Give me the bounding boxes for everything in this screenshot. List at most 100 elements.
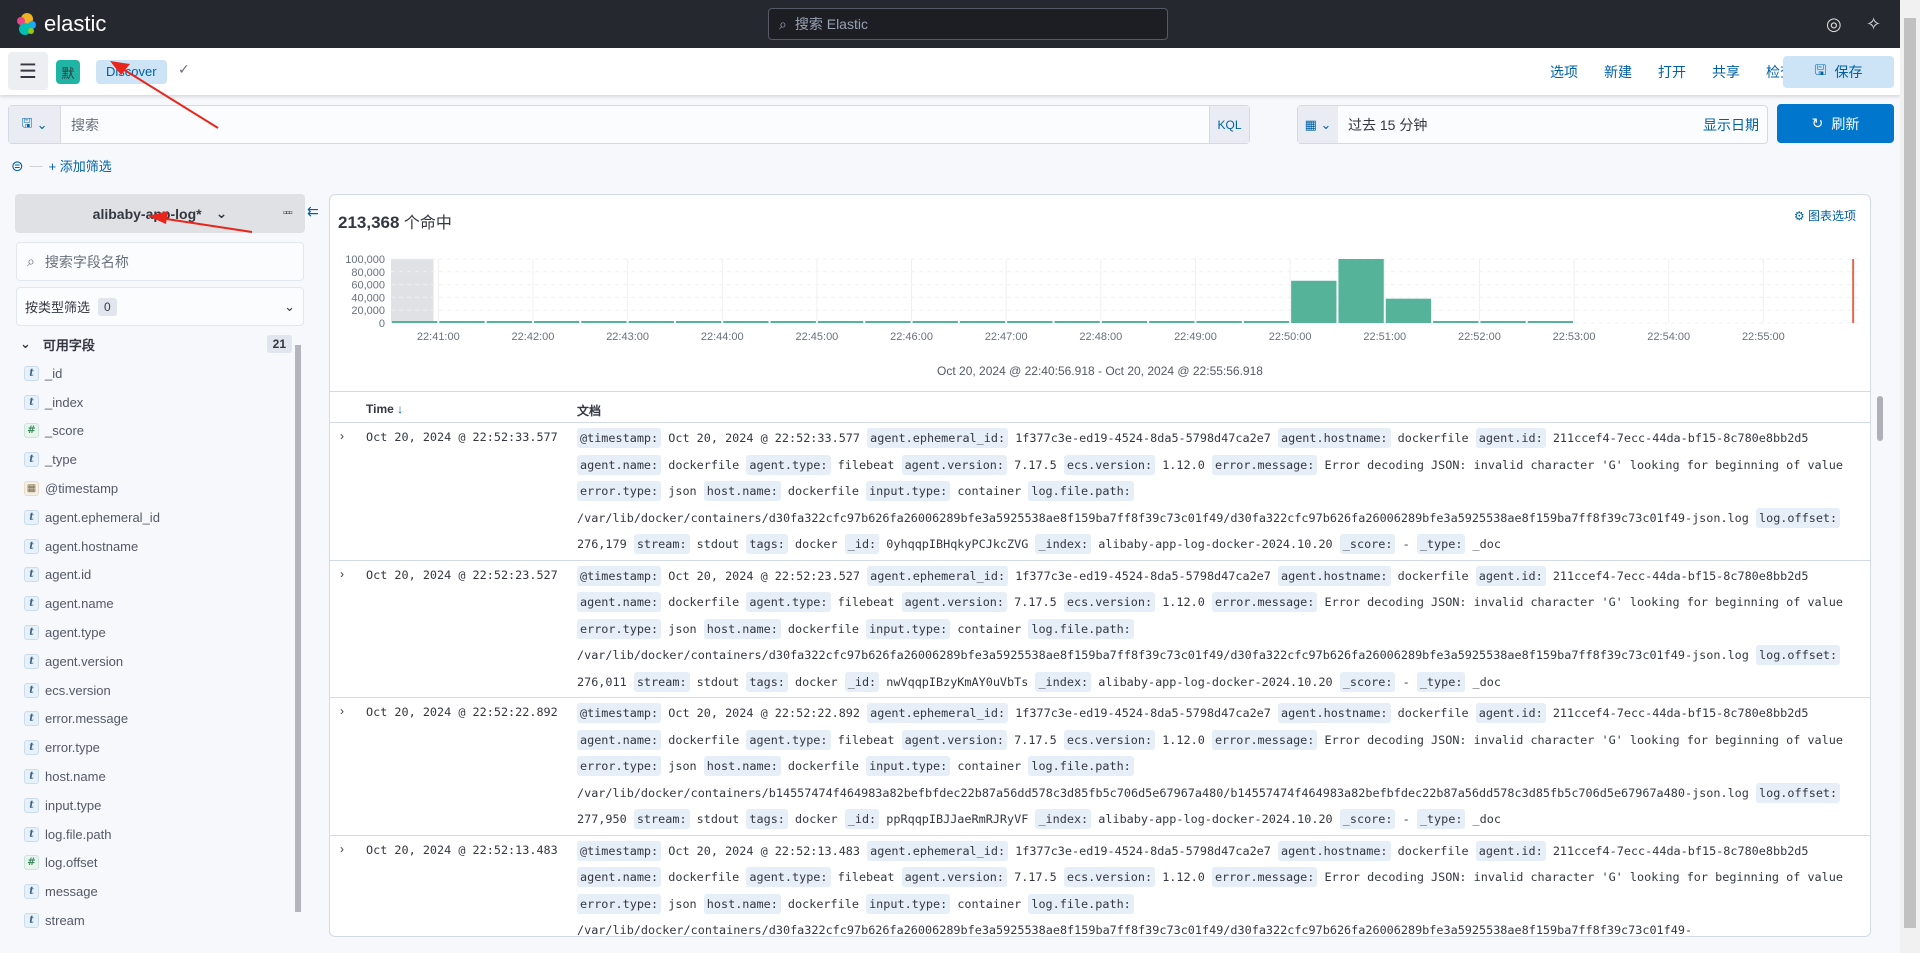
string-type-icon: t bbox=[24, 625, 39, 641]
field-key: error.type: bbox=[577, 618, 662, 639]
field-item[interactable]: t agent.ephemeral_id bbox=[24, 503, 296, 532]
field-name: log.offset bbox=[45, 855, 98, 871]
filter-icon[interactable]: ⊜ bbox=[11, 157, 24, 175]
field-item[interactable]: t ecs.version bbox=[24, 676, 296, 705]
field-value: 211ccef4-7ecc-44da-bf15-8c780e8bb2d5 bbox=[1552, 843, 1809, 858]
expand-row-icon[interactable]: › bbox=[340, 842, 344, 856]
string-type-icon: t bbox=[24, 913, 39, 929]
field-value: container bbox=[957, 896, 1022, 911]
field-key: stream: bbox=[633, 671, 690, 692]
field-item[interactable]: # log.offset bbox=[24, 849, 296, 878]
field-item[interactable]: t stream bbox=[24, 906, 296, 935]
menu-button[interactable]: ☰ bbox=[8, 52, 48, 90]
field-item[interactable]: t _id bbox=[24, 359, 296, 388]
field-key: agent.ephemeral_id: bbox=[867, 565, 1009, 586]
field-item[interactable]: t agent.name bbox=[24, 589, 296, 618]
page-scrollbar-thumb[interactable] bbox=[1904, 18, 1916, 928]
table-row: › Oct 20, 2024 @ 22:52:33.577 @timestamp: … bbox=[330, 423, 1870, 561]
refresh-button[interactable]: ↻ 刷新 bbox=[1777, 104, 1894, 143]
field-value: _doc bbox=[1472, 674, 1501, 689]
collapse-sidebar-icon[interactable]: ⇇ bbox=[307, 203, 319, 220]
query-input[interactable]: 搜索 bbox=[61, 115, 1209, 135]
field-name: error.message bbox=[45, 711, 129, 727]
field-key: agent.id: bbox=[1475, 703, 1546, 723]
field-item[interactable]: t log.file.path bbox=[24, 820, 296, 849]
space-avatar[interactable]: 默 bbox=[56, 60, 80, 84]
field-item[interactable]: # _score bbox=[24, 417, 296, 446]
field-item[interactable]: t host.name bbox=[24, 762, 296, 791]
global-search-input[interactable]: ⌕ 搜索 Elastic bbox=[768, 8, 1168, 40]
share-link[interactable]: 共享 bbox=[1712, 62, 1740, 82]
kql-toggle[interactable]: KQL bbox=[1209, 106, 1249, 143]
field-item[interactable]: t agent.version bbox=[24, 647, 296, 676]
field-name: stream bbox=[45, 913, 85, 929]
field-item[interactable]: t error.type bbox=[24, 733, 296, 762]
time-column-header[interactable]: Time ↓ bbox=[366, 402, 403, 416]
field-item[interactable]: t message bbox=[24, 877, 296, 906]
histogram-bar bbox=[817, 321, 864, 323]
brand-name: elastic bbox=[44, 11, 107, 36]
field-item[interactable]: t error.message bbox=[24, 705, 296, 734]
field-item[interactable]: ▦ @timestamp bbox=[24, 474, 296, 503]
results-panel: 213,368 个命中 ⚙ 图表选项 0 20,000 40,000 60,000 80… bbox=[329, 194, 1871, 937]
document-summary: @timestamp: Oct 20, 2024 @ 22:52:23.527 … bbox=[577, 563, 1862, 696]
field-value: /var/lib/docker/containers/b14557474f464… bbox=[577, 785, 1749, 800]
field-key: _id: bbox=[844, 809, 880, 829]
field-value: /var/lib/docker/containers/d30fa322cfc97… bbox=[577, 510, 1749, 525]
histogram-chart[interactable]: 020,00040,00060,00080,000100,000 22:41:00… bbox=[330, 245, 1870, 355]
field-item[interactable]: t _type bbox=[24, 445, 296, 474]
field-key: host.name: bbox=[703, 756, 781, 776]
index-pattern-selector[interactable]: alibaby-app-log* ⌄ bbox=[15, 194, 305, 233]
histogram-bar bbox=[723, 321, 769, 323]
field-item[interactable]: t input.type bbox=[24, 791, 296, 820]
open-link[interactable]: 打开 bbox=[1658, 62, 1686, 82]
available-fields-toggle[interactable]: ⌄ 可用字段 21 bbox=[20, 333, 292, 355]
field-item[interactable]: t _index bbox=[24, 388, 296, 417]
time-range[interactable]: 过去 15 分钟 bbox=[1338, 115, 1703, 135]
chart-options-button[interactable]: ⚙ 图表选项 bbox=[1794, 207, 1856, 224]
field-value: dockerfile bbox=[787, 759, 859, 773]
save-icon: 🖫 bbox=[1814, 62, 1827, 78]
expand-row-icon[interactable]: › bbox=[340, 704, 344, 718]
add-filter-button[interactable]: + 添加筛选 bbox=[49, 156, 112, 175]
lifebuoy-icon[interactable]: ◎ bbox=[1826, 14, 1842, 35]
field-search-input[interactable]: ⌕ 搜索字段名称 bbox=[16, 242, 304, 281]
field-item[interactable]: t agent.id bbox=[24, 561, 296, 590]
field-name: @timestamp bbox=[45, 481, 119, 497]
field-value: 7.17.5 bbox=[1014, 457, 1057, 472]
document-column-header: 文档 bbox=[577, 404, 602, 418]
string-type-icon: t bbox=[24, 596, 39, 612]
newsfeed-icon[interactable]: ✧ bbox=[1866, 14, 1881, 35]
field-list-scrollbar[interactable] bbox=[295, 345, 301, 912]
new-link[interactable]: 新建 bbox=[1604, 62, 1632, 82]
field-value: dockerfile bbox=[1397, 843, 1469, 858]
options-link[interactable]: 选项 bbox=[1550, 62, 1578, 82]
breadcrumb-discover[interactable]: Discover bbox=[96, 60, 167, 84]
field-value: json bbox=[668, 759, 697, 773]
saved-query-button[interactable]: 🖫 ⌄ bbox=[9, 106, 61, 143]
string-type-icon: t bbox=[24, 365, 39, 381]
field-key: log.file.path: bbox=[1028, 481, 1134, 501]
sort-arrow-icon[interactable]: ↓ bbox=[397, 402, 403, 416]
quick-menu-button[interactable]: ▦ ⌄ bbox=[1298, 106, 1338, 143]
field-key: agent.id: bbox=[1475, 565, 1546, 586]
table-scrollbar[interactable] bbox=[1877, 396, 1883, 441]
expand-row-icon[interactable]: › bbox=[340, 429, 344, 443]
histogram-bar bbox=[1196, 321, 1242, 323]
field-item[interactable]: t agent.type bbox=[24, 618, 296, 647]
field-key: agent.name: bbox=[577, 454, 662, 475]
field-value: dockerfile bbox=[1397, 431, 1469, 445]
expand-row-icon[interactable]: › bbox=[340, 567, 344, 581]
field-item[interactable]: t agent.hostname bbox=[24, 532, 296, 561]
field-key: host.name: bbox=[703, 893, 781, 914]
field-key: error.type: bbox=[577, 756, 662, 776]
histogram-bar bbox=[392, 321, 438, 323]
type-filter-button[interactable]: 按类型筛选 0 ⌄ bbox=[16, 287, 304, 326]
show-dates-link[interactable]: 显示日期 bbox=[1703, 115, 1767, 135]
save-button[interactable]: 🖫 保存 bbox=[1783, 56, 1894, 88]
x-tick-label: 22:44:00 bbox=[701, 331, 744, 343]
elastic-logo[interactable]: elastic bbox=[14, 11, 106, 37]
x-tick-label: 22:53:00 bbox=[1553, 331, 1596, 343]
field-key: tags: bbox=[746, 809, 788, 829]
more-options-icon[interactable]: ▫▫▫ bbox=[283, 207, 293, 219]
